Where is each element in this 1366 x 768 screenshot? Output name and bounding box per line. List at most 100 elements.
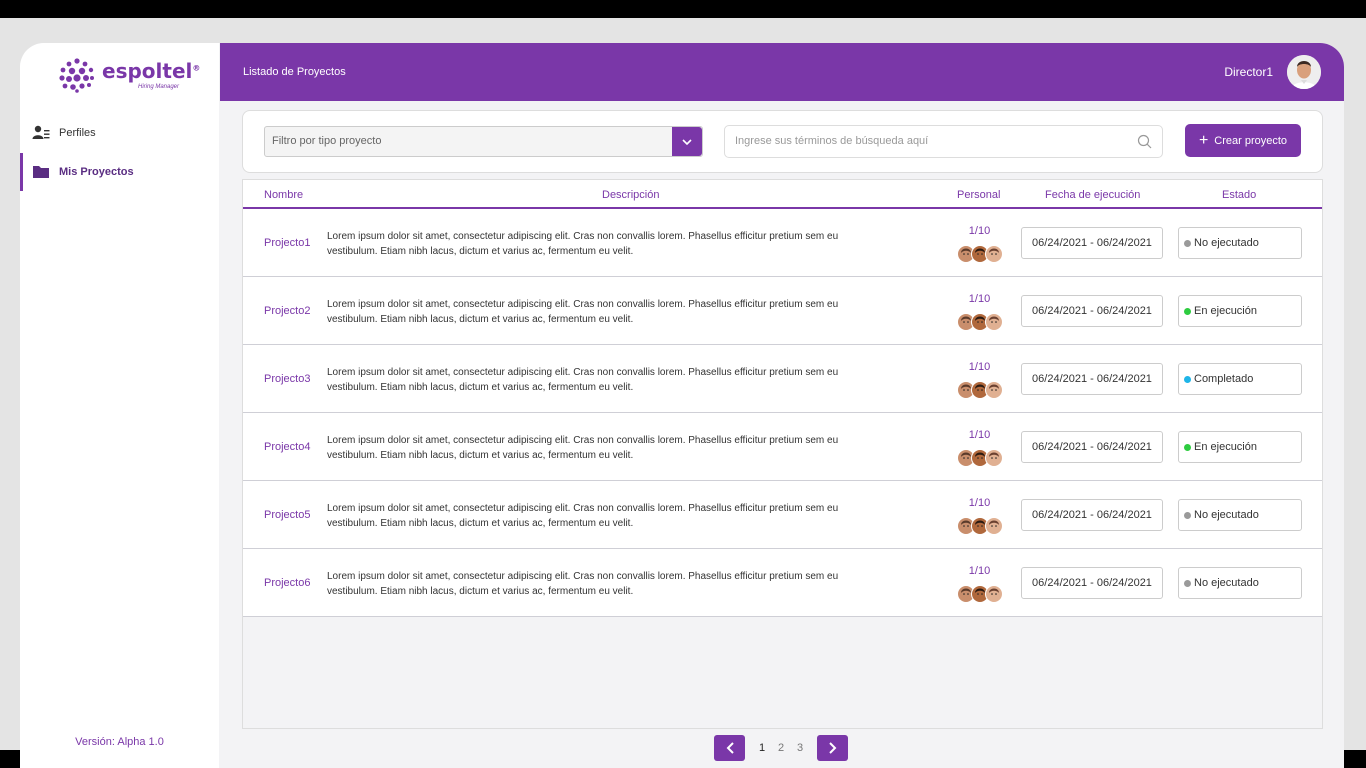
description-line: Lorem ipsum dolor sit amet, consectetur … — [327, 435, 839, 446]
project-name-link[interactable]: Projecto3 — [264, 373, 310, 385]
description-line: Lorem ipsum dolor sit amet, consectetur … — [327, 367, 839, 378]
status-dot-icon — [1184, 444, 1191, 451]
execution-date-field[interactable]: 06/24/2021 - 06/24/2021 — [1021, 227, 1163, 259]
project-name-link[interactable]: Projecto4 — [264, 441, 310, 453]
status-dot-icon — [1184, 376, 1191, 383]
page-number[interactable]: 1 — [759, 742, 765, 754]
status-label: Completado — [1194, 373, 1254, 385]
column-header-fecha[interactable]: Fecha de ejecución — [1045, 189, 1140, 201]
sidebar-item-perfiles[interactable]: Perfiles — [20, 114, 219, 152]
pagination: 1 2 3 — [20, 733, 1344, 768]
project-name-link[interactable]: Projecto1 — [264, 237, 310, 249]
project-description: Lorem ipsum dolor sit amet, consectetur … — [327, 365, 907, 395]
table-row[interactable]: Projecto3 Lorem ipsum dolor sit amet, con… — [243, 345, 1322, 413]
status-select[interactable]: En ejecución — [1178, 295, 1302, 327]
sidebar: espoltel® Hiring Manager Perfiles Mis Pr… — [20, 43, 219, 768]
project-description: Lorem ipsum dolor sit amet, consectetur … — [327, 569, 907, 599]
staff-count: 1/10 — [968, 293, 991, 305]
app-window: espoltel® Hiring Manager Perfiles Mis Pr… — [20, 43, 1344, 768]
description-line: vestibulum. Etiam nibh lacus, dictum et … — [327, 586, 634, 597]
member-avatar[interactable] — [985, 585, 1003, 603]
project-name-link[interactable]: Projecto2 — [264, 305, 310, 317]
table-row[interactable]: Projecto4 Lorem ipsum dolor sit amet, con… — [243, 413, 1322, 481]
column-header-descripcion[interactable]: Descripción — [602, 189, 659, 201]
column-header-personal[interactable]: Personal — [957, 189, 1000, 201]
member-avatars — [957, 517, 1005, 535]
person-icon — [989, 384, 999, 391]
member-avatar[interactable] — [985, 313, 1003, 331]
status-select[interactable]: En ejecución — [1178, 431, 1302, 463]
chevron-left-icon — [726, 742, 734, 754]
create-project-label: Crear proyecto — [1214, 134, 1288, 147]
next-page-button[interactable] — [817, 735, 848, 761]
execution-date-field[interactable]: 06/24/2021 - 06/24/2021 — [1021, 499, 1163, 531]
screen-frame: espoltel® Hiring Manager Perfiles Mis Pr… — [0, 18, 1366, 768]
sidebar-item-label: Mis Proyectos — [59, 166, 134, 178]
logo-tagline: Hiring Manager — [138, 84, 180, 90]
description-line: Lorem ipsum dolor sit amet, consectetur … — [327, 503, 839, 514]
description-line: vestibulum. Etiam nibh lacus, dictum et … — [327, 450, 634, 461]
espoltel-logo[interactable]: espoltel® Hiring Manager — [58, 57, 200, 97]
top-header: Listado de Proyectos Director1 — [220, 43, 1344, 101]
sidebar-item-label: Perfiles — [59, 127, 96, 139]
status-label: En ejecución — [1194, 441, 1257, 453]
page-title: Listado de Proyectos — [243, 66, 346, 78]
description-line: vestibulum. Etiam nibh lacus, dictum et … — [327, 246, 634, 257]
filter-placeholder: Filtro por tipo proyecto — [272, 135, 382, 147]
table-row[interactable]: Projecto5 Lorem ipsum dolor sit amet, con… — [243, 481, 1322, 549]
plus-icon: + — [1198, 131, 1209, 149]
status-label: No ejecutado — [1194, 577, 1259, 589]
project-name-link[interactable]: Projecto6 — [264, 577, 310, 589]
execution-date-field[interactable]: 06/24/2021 - 06/24/2021 — [1021, 295, 1163, 327]
page-number[interactable]: 2 — [778, 742, 784, 754]
status-label: En ejecución — [1194, 305, 1257, 317]
status-select[interactable]: No ejecutado — [1178, 499, 1302, 531]
column-header-estado[interactable]: Estado — [1222, 189, 1256, 201]
projects-table: Nombre Descripción Personal Fecha de eje… — [242, 179, 1323, 729]
status-label: No ejecutado — [1194, 237, 1259, 249]
status-dot-icon — [1184, 240, 1191, 247]
table-row[interactable]: Projecto6 Lorem ipsum dolor sit amet, con… — [243, 549, 1322, 617]
filter-dropdown-button[interactable] — [672, 127, 702, 156]
person-icon — [989, 520, 999, 527]
table-row[interactable]: Projecto1 Lorem ipsum dolor sit amet, con… — [243, 209, 1322, 277]
user-avatar[interactable] — [1287, 55, 1321, 89]
staff-count: 1/10 — [968, 565, 991, 577]
page-number[interactable]: 3 — [797, 742, 803, 754]
member-avatar[interactable] — [985, 449, 1003, 467]
project-type-filter[interactable]: Filtro por tipo proyecto — [264, 126, 703, 157]
staff-count: 1/10 — [968, 429, 991, 441]
user-name[interactable]: Director1 — [1224, 65, 1273, 79]
execution-date-field[interactable]: 06/24/2021 - 06/24/2021 — [1021, 567, 1163, 599]
member-avatar[interactable] — [985, 245, 1003, 263]
project-description: Lorem ipsum dolor sit amet, consectetur … — [327, 229, 907, 259]
member-avatar[interactable] — [985, 517, 1003, 535]
create-project-button[interactable]: + Crear proyecto — [1185, 124, 1301, 157]
person-icon — [989, 316, 999, 323]
project-description: Lorem ipsum dolor sit amet, consectetur … — [327, 501, 907, 531]
status-dot-icon — [1184, 512, 1191, 519]
chevron-right-icon — [828, 742, 836, 754]
search-input[interactable]: Ingrese sus términos de búsqueda aquí — [724, 125, 1163, 158]
description-line: Lorem ipsum dolor sit amet, consectetur … — [327, 571, 839, 582]
person-icon — [989, 452, 999, 459]
chevron-down-icon — [682, 138, 692, 145]
execution-date-field[interactable]: 06/24/2021 - 06/24/2021 — [1021, 431, 1163, 463]
sidebar-item-mis-proyectos[interactable]: Mis Proyectos — [20, 153, 219, 191]
project-name-link[interactable]: Projecto5 — [264, 509, 310, 521]
description-line: vestibulum. Etiam nibh lacus, dictum et … — [327, 382, 634, 393]
member-avatar[interactable] — [985, 381, 1003, 399]
filter-toolbar: Filtro por tipo proyecto Ingrese sus tér… — [242, 110, 1323, 173]
status-select[interactable]: No ejecutado — [1178, 227, 1302, 259]
status-label: No ejecutado — [1194, 509, 1259, 521]
previous-page-button[interactable] — [714, 735, 745, 761]
description-line: Lorem ipsum dolor sit amet, consectetur … — [327, 231, 839, 242]
status-select[interactable]: No ejecutado — [1178, 567, 1302, 599]
column-header-nombre[interactable]: Nombre — [264, 189, 303, 201]
user-avatar-icon — [1287, 55, 1321, 89]
person-icon — [989, 588, 999, 595]
execution-date-field[interactable]: 06/24/2021 - 06/24/2021 — [1021, 363, 1163, 395]
table-row[interactable]: Projecto2 Lorem ipsum dolor sit amet, con… — [243, 277, 1322, 345]
search-icon[interactable] — [1137, 134, 1152, 149]
status-select[interactable]: Completado — [1178, 363, 1302, 395]
